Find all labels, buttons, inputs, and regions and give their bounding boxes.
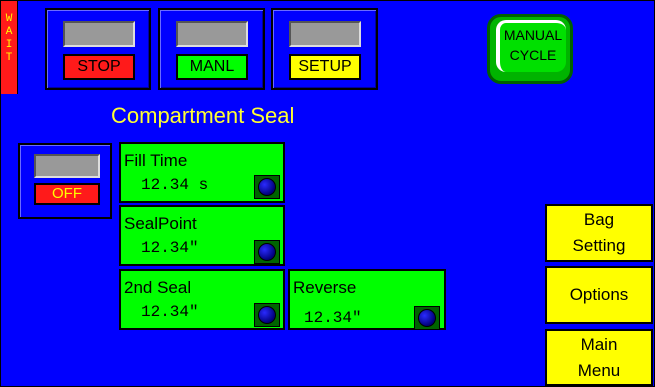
reverse-value: 12.34" [304,309,362,327]
setup-mode-panel: SETUP [271,8,378,90]
wait-letter: T [5,52,13,64]
bag-setting-line2: Setting [572,236,626,255]
manual-cycle-line1: MANUAL [503,27,563,43]
reverse-label: Reverse [293,278,357,297]
manual-cycle-button[interactable]: MANUAL CYCLE [496,20,566,72]
second-seal-value: 12.34" [141,303,199,321]
wait-letter: A [5,26,13,38]
off-status-lamp [34,154,100,178]
fill-time-value: 12.34 s [141,176,209,194]
manual-cycle-line2: CYCLE [509,47,557,63]
off-panel: OFF [18,143,112,219]
knob-icon[interactable] [254,175,280,199]
stop-button[interactable]: STOP [63,54,135,80]
seal-point-field[interactable]: SealPoint 12.34" [119,205,285,266]
fill-time-label: Fill Time [124,151,188,170]
bag-setting-line1: Bag [583,210,615,229]
main-menu-line2: Menu [577,360,621,380]
manual-mode-panel: MANL [158,8,265,90]
options-label: Options [569,285,629,304]
hmi-screen: W A I T STOP MANL SETUP MANUAL CYCLE Com… [0,0,655,387]
fill-time-field[interactable]: Fill Time 12.34 s [119,142,285,203]
second-seal-label: 2nd Seal [124,278,192,297]
stop-mode-panel: STOP [45,8,151,90]
bag-setting-button[interactable]: Bag Setting [545,204,653,262]
page-title: Compartment Seal [111,103,295,128]
off-button[interactable]: OFF [34,183,100,205]
second-seal-field[interactable]: 2nd Seal 12.34" [119,269,285,330]
knob-icon[interactable] [254,240,280,264]
seal-point-label: SealPoint [124,214,197,233]
knob-icon[interactable] [254,303,280,327]
knob-icon[interactable] [414,306,440,330]
wait-indicator: W A I T [1,1,18,94]
reverse-field[interactable]: Reverse 12.34" [288,269,446,330]
wait-letter: W [5,13,13,25]
wait-letter: I [5,39,13,51]
seal-point-value: 12.34" [141,239,199,257]
manual-status-lamp [176,21,248,47]
main-menu-button[interactable]: Main Menu [545,329,653,386]
manual-button[interactable]: MANL [176,54,248,80]
setup-status-lamp [289,21,361,47]
stop-status-lamp [63,21,135,47]
main-menu-line1: Main [580,334,618,354]
setup-button[interactable]: SETUP [289,54,361,80]
options-button[interactable]: Options [545,266,653,324]
